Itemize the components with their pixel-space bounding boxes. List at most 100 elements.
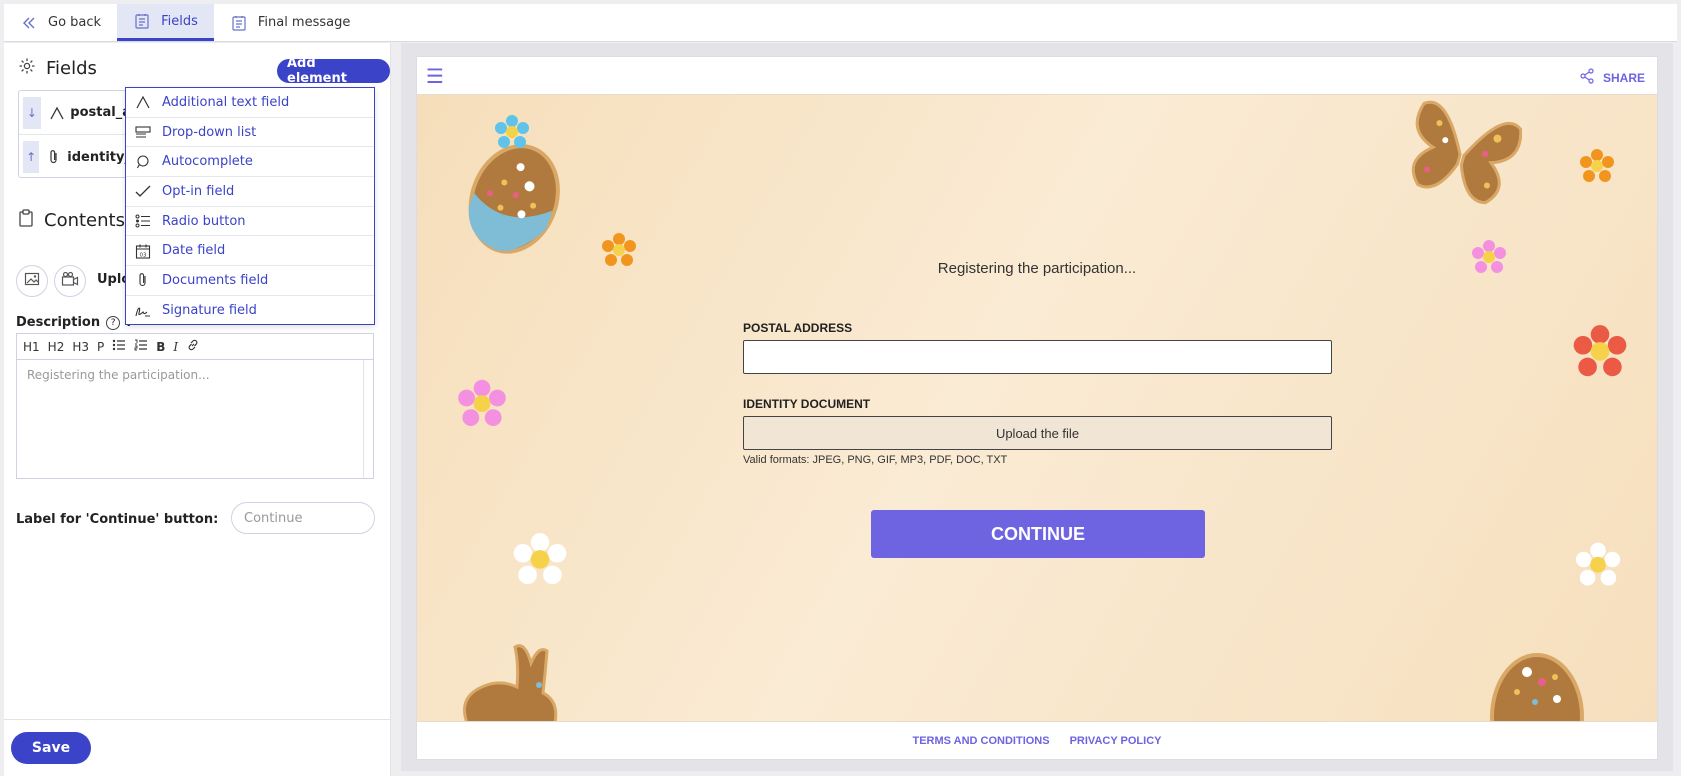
easter-egg-cookie-image bbox=[468, 144, 560, 254]
share-icon bbox=[1579, 68, 1595, 87]
preview-background bbox=[417, 95, 1657, 727]
paragraph-button[interactable]: P bbox=[97, 340, 104, 354]
go-back-button[interactable]: Go back bbox=[4, 4, 117, 41]
preview-heading: Registering the participation... bbox=[937, 260, 1137, 277]
menu-item-label: Autocomplete bbox=[162, 154, 253, 170]
menu-item-label: Date field bbox=[162, 243, 226, 259]
tab-final-message-label: Final message bbox=[257, 15, 351, 30]
contents-title: Contents bbox=[44, 210, 125, 231]
h2-button[interactable]: H2 bbox=[48, 340, 65, 354]
dropdown-list-icon bbox=[134, 123, 152, 141]
editor-toolbar: H1 H2 H3 P B I bbox=[17, 334, 373, 360]
menu-item-autocomplete[interactable]: Autocomplete bbox=[126, 147, 374, 178]
tab-final-message[interactable]: Final message bbox=[214, 4, 367, 41]
menu-item-label: Opt-in field bbox=[162, 183, 235, 199]
share-label: SHARE bbox=[1602, 70, 1645, 85]
form-preview: ☰ SHARE Registering the participation...… bbox=[416, 56, 1658, 760]
help-icon[interactable]: ? bbox=[106, 315, 121, 330]
description-editor[interactable]: H1 H2 H3 P B I Registering the participa… bbox=[16, 333, 374, 479]
white-daisy-image bbox=[1575, 542, 1621, 586]
menu-item-documents-field[interactable]: Documents field bbox=[126, 266, 374, 296]
form-icon bbox=[230, 14, 248, 32]
identity-document-label: IDENTITY DOCUMENT bbox=[743, 397, 871, 411]
bold-button[interactable]: B bbox=[156, 340, 165, 354]
image-icon bbox=[24, 271, 40, 291]
text-field-icon bbox=[47, 106, 67, 120]
bullet-list-icon[interactable] bbox=[112, 339, 126, 354]
continue-label-input[interactable] bbox=[231, 502, 375, 534]
menu-item-radio-button[interactable]: Radio button bbox=[126, 207, 374, 237]
italic-button[interactable]: I bbox=[173, 340, 178, 354]
calendar-icon: 03 bbox=[134, 242, 152, 260]
video-camera-icon bbox=[61, 271, 79, 291]
terms-link[interactable]: TERMS AND CONDITIONS bbox=[913, 735, 1050, 747]
contents-section-title: Contents bbox=[18, 209, 125, 232]
paperclip-icon bbox=[134, 271, 152, 289]
continue-button[interactable]: CONTINUE bbox=[871, 510, 1205, 558]
description-label-text: Description bbox=[16, 315, 101, 330]
checkmark-icon bbox=[134, 182, 152, 200]
menu-item-drop-down-list[interactable]: Drop-down list bbox=[126, 118, 374, 148]
menu-item-label: Signature field bbox=[162, 303, 257, 319]
menu-item-signature-field[interactable]: Signature field bbox=[126, 296, 374, 326]
menu-item-opt-in-field[interactable]: Opt-in field bbox=[126, 177, 374, 207]
gear-icon bbox=[18, 57, 36, 80]
pink-flower-image bbox=[458, 379, 506, 426]
description-text[interactable]: Registering the participation... bbox=[17, 360, 373, 390]
menu-item-label: Documents field bbox=[162, 272, 269, 288]
h1-button[interactable]: H1 bbox=[23, 340, 40, 354]
butterfly-cookie-image bbox=[1411, 100, 1522, 205]
preview-header: ☰ SHARE bbox=[417, 57, 1657, 95]
h3-button[interactable]: H3 bbox=[72, 340, 89, 354]
add-element-button[interactable]: Add element bbox=[277, 56, 390, 86]
clipboard-icon bbox=[18, 209, 34, 232]
link-icon[interactable] bbox=[186, 338, 200, 355]
menu-item-label: Additional text field bbox=[162, 94, 290, 110]
menu-item-label: Radio button bbox=[162, 213, 246, 229]
orange-flower-image bbox=[1580, 149, 1614, 182]
postal-address-input[interactable] bbox=[743, 340, 1332, 374]
preview-footer: TERMS AND CONDITIONS PRIVACY POLICY bbox=[417, 721, 1657, 759]
signature-icon bbox=[134, 302, 152, 320]
easter-egg-cookie-image bbox=[1490, 653, 1584, 727]
save-button[interactable]: Save bbox=[11, 732, 91, 764]
menu-item-date-field[interactable]: 03 Date field bbox=[126, 236, 374, 267]
go-back-label: Go back bbox=[48, 15, 102, 30]
share-button[interactable]: SHARE bbox=[1579, 68, 1645, 87]
svg-text:03: 03 bbox=[140, 252, 147, 258]
upload-file-button[interactable]: Upload the file bbox=[743, 416, 1332, 450]
double-chevron-left-icon bbox=[20, 14, 38, 32]
fields-section-title: Fields bbox=[18, 57, 97, 80]
image-button[interactable] bbox=[16, 265, 48, 297]
divider bbox=[4, 719, 391, 720]
valid-formats-text: Valid formats: JPEG, PNG, GIF, MP3, PDF,… bbox=[743, 454, 1008, 466]
add-element-dropdown: Additional text field Drop-down list Aut… bbox=[125, 87, 375, 325]
field-row-identity[interactable]: ↑ identity_ bbox=[19, 135, 131, 179]
menu-item-additional-text-field[interactable]: Additional text field bbox=[126, 88, 374, 118]
field-list: ↓ postal_a ↑ identity_ bbox=[18, 90, 132, 178]
text-field-icon bbox=[134, 93, 152, 111]
red-flower-image bbox=[1573, 325, 1627, 377]
autocomplete-icon bbox=[134, 153, 152, 171]
tab-fields[interactable]: Fields bbox=[117, 4, 214, 41]
radio-list-icon bbox=[134, 212, 152, 230]
blue-flower-image bbox=[495, 115, 529, 148]
numbered-list-icon[interactable] bbox=[134, 339, 148, 354]
tab-fields-label: Fields bbox=[161, 13, 198, 29]
white-daisy-image bbox=[513, 533, 567, 585]
fields-title: Fields bbox=[46, 58, 97, 79]
description-label: Description ? : bbox=[16, 315, 131, 330]
arrow-up-icon[interactable]: ↑ bbox=[23, 141, 40, 173]
field-name: postal_a bbox=[70, 105, 131, 120]
arrow-down-icon[interactable]: ↓ bbox=[23, 96, 41, 129]
video-button[interactable] bbox=[54, 265, 86, 297]
hamburger-menu-icon[interactable]: ☰ bbox=[426, 66, 444, 86]
privacy-link[interactable]: PRIVACY POLICY bbox=[1070, 735, 1162, 747]
continue-label: Label for 'Continue' button: bbox=[16, 512, 219, 527]
bunny-cookie-image bbox=[463, 644, 558, 723]
editor-scrollbar[interactable] bbox=[363, 360, 373, 478]
paperclip-icon bbox=[45, 149, 63, 165]
field-row-postal[interactable]: ↓ postal_a bbox=[19, 91, 131, 135]
postal-address-label: POSTAL ADDRESS bbox=[743, 321, 853, 335]
field-name: identity_ bbox=[67, 149, 131, 165]
